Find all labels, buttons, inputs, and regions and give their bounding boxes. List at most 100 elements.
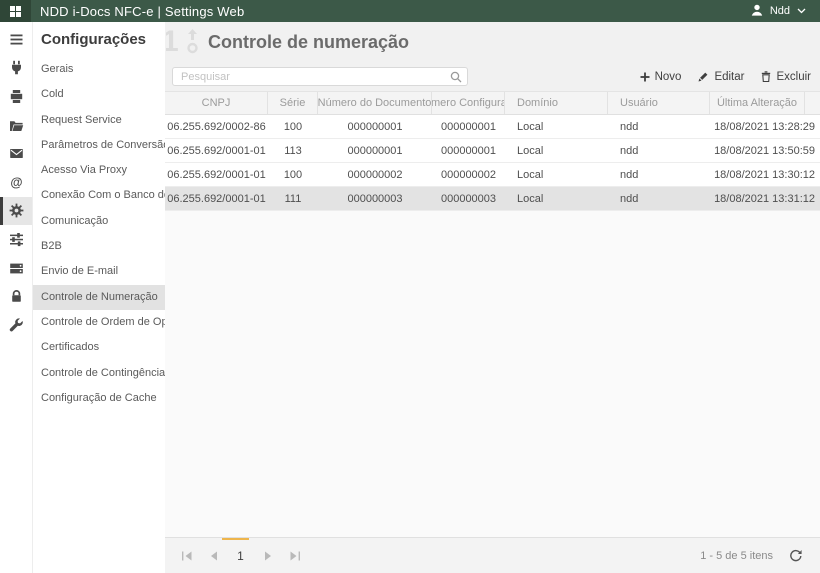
search-input[interactable]: [172, 67, 468, 86]
table-cell: Local: [505, 163, 608, 186]
sidebar-item[interactable]: Configuração de Cache: [33, 386, 165, 411]
sidebar-title: Configurações: [33, 22, 165, 57]
user-icon: [751, 4, 763, 19]
pager-info: 1 - 5 de 5 itens: [700, 550, 773, 562]
table-cell: ndd: [608, 139, 710, 162]
rail-item-mail[interactable]: [0, 139, 32, 168]
table-cell: 18/08/2021 13:30:12: [710, 163, 820, 186]
svg-text:@: @: [10, 175, 22, 189]
table-cell: Local: [505, 139, 608, 162]
table-cell: 06.255.692/0001-01: [165, 139, 268, 162]
table-cell: 000000002: [432, 163, 505, 186]
table-cell: Local: [505, 187, 608, 210]
current-page-indicator: [222, 538, 249, 540]
page-header: 1 Controle de numeração: [165, 22, 820, 62]
delete-button-label: Excluir: [776, 71, 811, 83]
sidebar-item[interactable]: B2B: [33, 234, 165, 259]
delete-button[interactable]: Excluir: [761, 71, 811, 83]
rail-item-at[interactable]: @: [0, 168, 32, 197]
table-cell: ndd: [608, 187, 710, 210]
table-cell: 18/08/2021 13:50:59: [710, 139, 820, 162]
edit-button[interactable]: Editar: [698, 71, 744, 83]
previous-page-button[interactable]: [205, 547, 223, 565]
sidebar-item[interactable]: Cold: [33, 82, 165, 107]
table-cell: 06.255.692/0001-01: [165, 163, 268, 186]
sidebar-item[interactable]: Envio de E-mail: [33, 259, 165, 284]
app-launcher-icon: [10, 6, 21, 17]
sidebar-item[interactable]: Controle de Numeração: [33, 285, 165, 310]
rail-item-server[interactable]: [0, 254, 32, 283]
sidebar-item[interactable]: Comunicação: [33, 209, 165, 234]
sidebar-item[interactable]: Acesso Via Proxy: [33, 158, 165, 183]
rail-item-gear[interactable]: [0, 197, 32, 226]
column-header[interactable]: CNPJ: [165, 92, 268, 114]
lock-icon: [9, 289, 24, 304]
table-cell: 113: [268, 139, 318, 162]
sidebar-item[interactable]: Parâmetros de Conversão: [33, 133, 165, 158]
rail-item-lock[interactable]: [0, 282, 32, 311]
rail-item-menu[interactable]: [0, 25, 32, 54]
page-number[interactable]: 1: [232, 549, 250, 563]
table-cell: ndd: [608, 163, 710, 186]
new-button[interactable]: Novo: [640, 71, 682, 83]
first-page-button[interactable]: [178, 547, 196, 565]
table-row[interactable]: 06.255.692/0001-01113000000001000000001L…: [165, 139, 820, 163]
toolbar-buttons: Novo Editar Excluir: [623, 71, 811, 83]
table-cell: 111: [268, 187, 318, 210]
table-cell: Local: [505, 115, 608, 138]
rail-item-folder[interactable]: [0, 111, 32, 140]
gear-icon: [9, 203, 24, 218]
rail-item-sliders[interactable]: [0, 225, 32, 254]
table-body: 06.255.692/0002-86100000000001000000001L…: [165, 115, 820, 211]
user-name: Ndd: [770, 5, 790, 17]
app-launcher-button[interactable]: [0, 0, 31, 22]
last-page-button[interactable]: [286, 547, 304, 565]
column-header[interactable]: Número Configurado: [432, 92, 505, 114]
menu-icon: [9, 32, 24, 47]
plug-icon: [9, 60, 24, 75]
next-page-button[interactable]: [259, 547, 277, 565]
table-cell: 000000003: [318, 187, 432, 210]
column-header[interactable]: Número do Documento: [318, 92, 432, 114]
rail-item-printer[interactable]: [0, 82, 32, 111]
user-menu[interactable]: Ndd: [751, 4, 820, 19]
sidebar-item[interactable]: Controle de Contingência: [33, 361, 165, 386]
table-cell: 000000001: [318, 139, 432, 162]
numbering-icon: 1: [166, 24, 200, 61]
rail-item-wrench[interactable]: [0, 311, 32, 340]
wrench-icon: [9, 318, 24, 333]
table-cell: 000000001: [318, 115, 432, 138]
table-cell: 000000001: [432, 139, 505, 162]
search-icon[interactable]: [450, 71, 462, 83]
page-title: Controle de numeração: [208, 32, 409, 53]
sidebar-item[interactable]: Controle de Ordem de Operação: [33, 310, 165, 335]
pager: 1 1 - 5 de 5 itens: [165, 537, 820, 573]
table-cell: 100: [268, 163, 318, 186]
table-row[interactable]: 06.255.692/0001-01100000000002000000002L…: [165, 163, 820, 187]
sidebar-item[interactable]: Request Service: [33, 108, 165, 133]
table-row[interactable]: 06.255.692/0002-86100000000001000000001L…: [165, 115, 820, 139]
rail-item-plug[interactable]: [0, 54, 32, 83]
sidebar-item[interactable]: Conexão Com o Banco de Dados: [33, 183, 165, 208]
sidebar-item[interactable]: Gerais: [33, 57, 165, 82]
at-icon: @: [9, 175, 24, 190]
table-cell: ndd: [608, 115, 710, 138]
refresh-icon[interactable]: [789, 549, 802, 562]
sidebar-item[interactable]: Certificados: [33, 335, 165, 360]
icon-rail: @: [0, 22, 33, 573]
table-cell: 06.255.692/0002-86: [165, 115, 268, 138]
table-cell: 000000003: [432, 187, 505, 210]
column-header[interactable]: Domínio: [505, 92, 608, 114]
column-header[interactable]: Última Alteração: [710, 92, 805, 114]
settings-sidebar: Configurações GeraisColdRequest ServiceP…: [33, 22, 165, 573]
column-header[interactable]: Usuário: [608, 92, 710, 114]
new-button-label: Novo: [655, 71, 682, 83]
search-box: [172, 67, 468, 87]
edit-button-label: Editar: [714, 71, 744, 83]
table-row[interactable]: 06.255.692/0001-01111000000003000000003L…: [165, 187, 820, 211]
column-header[interactable]: Série: [268, 92, 318, 114]
svg-text:1: 1: [166, 25, 179, 56]
table-cell: 18/08/2021 13:28:29: [710, 115, 820, 138]
mail-icon: [9, 146, 24, 161]
folder-icon: [9, 118, 24, 133]
